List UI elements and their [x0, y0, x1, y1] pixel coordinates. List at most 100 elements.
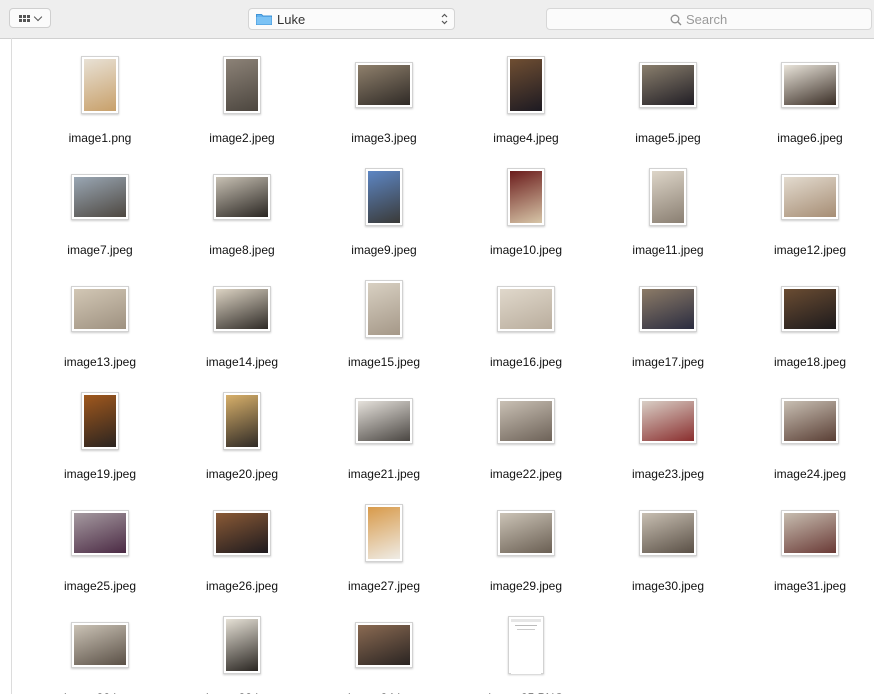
file-name-label: image25.jpeg	[63, 579, 137, 593]
thumbnail-slot	[608, 163, 728, 231]
file-name-label: image7.jpeg	[67, 243, 133, 257]
file-thumbnail[interactable]	[213, 286, 271, 332]
thumbnail-slot	[750, 275, 870, 343]
thumbnail-slot	[324, 387, 444, 455]
thumbnail-slot	[608, 387, 728, 455]
photo-preview	[84, 395, 116, 447]
file-thumbnail[interactable]	[639, 62, 697, 108]
file-name-label: image12.jpeg	[773, 243, 847, 257]
thumbnail-slot	[324, 275, 444, 343]
file-name-label: image1.png	[68, 131, 132, 145]
file-thumbnail[interactable]	[213, 174, 271, 220]
thumbnail-slot	[750, 499, 870, 567]
thumbnail-slot	[182, 163, 302, 231]
file-thumbnail[interactable]	[213, 510, 271, 556]
photo-preview	[500, 289, 552, 329]
file-thumbnail[interactable]	[365, 280, 403, 338]
thumbnail-slot	[324, 611, 444, 679]
file-name-label: image18.jpeg	[773, 355, 847, 369]
photo-preview	[74, 513, 126, 553]
photo-preview	[74, 177, 126, 217]
photo-preview	[368, 507, 400, 559]
file-thumbnail[interactable]	[508, 616, 544, 674]
thumbnail-slot	[750, 387, 870, 455]
photo-preview	[500, 401, 552, 441]
file-thumbnail[interactable]	[71, 286, 129, 332]
file-thumbnail[interactable]	[781, 62, 839, 108]
file-thumbnail[interactable]	[639, 510, 697, 556]
thumbnail-slot	[466, 51, 586, 119]
file-name-label: image2.jpeg	[209, 131, 275, 145]
file-thumbnail[interactable]	[71, 510, 129, 556]
photo-preview	[216, 289, 268, 329]
file-thumbnail[interactable]	[507, 168, 545, 226]
grid-icon	[19, 14, 30, 22]
file-name-label: image29.jpeg	[489, 579, 563, 593]
file-name-label: image4.jpeg	[493, 131, 559, 145]
file-thumbnail[interactable]	[781, 286, 839, 332]
path-label: Luke	[277, 12, 306, 27]
thumbnail-slot	[324, 51, 444, 119]
thumbnail-slot	[750, 51, 870, 119]
file-thumbnail[interactable]	[355, 622, 413, 668]
magnifier-icon	[670, 14, 682, 25]
file-thumbnail[interactable]	[365, 504, 403, 562]
file-thumbnail[interactable]	[497, 398, 555, 444]
file-thumbnail[interactable]	[497, 286, 555, 332]
view-options-button[interactable]	[9, 8, 51, 28]
thumbnail-slot	[182, 275, 302, 343]
file-thumbnail[interactable]	[649, 168, 687, 226]
thumbnail-slot	[608, 499, 728, 567]
up-down-chevron-icon	[441, 13, 448, 25]
photo-preview	[226, 619, 258, 671]
photo-preview	[368, 283, 400, 335]
file-thumbnail[interactable]	[781, 398, 839, 444]
photo-preview	[510, 171, 542, 223]
file-name-label: image9.jpeg	[351, 243, 417, 257]
file-name-label: image6.jpeg	[777, 131, 843, 145]
file-thumbnail[interactable]	[781, 510, 839, 556]
thumbnail-slot	[40, 275, 160, 343]
file-thumbnail[interactable]	[81, 392, 119, 450]
path-popup-button[interactable]: Luke	[248, 8, 455, 30]
file-thumbnail[interactable]	[639, 398, 697, 444]
file-thumbnail[interactable]	[223, 392, 261, 450]
photo-preview	[226, 59, 258, 111]
file-name-label: image24.jpeg	[773, 467, 847, 481]
photo-preview	[652, 171, 684, 223]
file-icon-grid: image1.png image2.jpeg image3.jpeg image4.j…	[12, 39, 874, 694]
finder-toolbar: Luke Search	[0, 0, 874, 39]
file-thumbnail[interactable]	[497, 510, 555, 556]
photo-preview	[784, 289, 836, 329]
thumbnail-slot	[466, 163, 586, 231]
photo-preview	[784, 513, 836, 553]
file-name-label: image17.jpeg	[631, 355, 705, 369]
thumbnail-slot	[40, 163, 160, 231]
file-thumbnail[interactable]	[365, 168, 403, 226]
file-name-label: image22.jpeg	[489, 467, 563, 481]
file-thumbnail[interactable]	[223, 56, 261, 114]
file-thumbnail[interactable]	[507, 56, 545, 114]
photo-preview	[358, 65, 410, 105]
photo-preview	[642, 513, 694, 553]
thumbnail-slot	[466, 387, 586, 455]
file-thumbnail[interactable]	[223, 616, 261, 674]
file-thumbnail[interactable]	[71, 174, 129, 220]
thumbnail-slot	[40, 499, 160, 567]
file-thumbnail[interactable]	[355, 62, 413, 108]
file-thumbnail[interactable]	[639, 286, 697, 332]
file-thumbnail[interactable]	[355, 398, 413, 444]
file-name-label: image3.jpeg	[351, 131, 417, 145]
file-thumbnail[interactable]	[81, 56, 119, 114]
file-thumbnail[interactable]	[71, 622, 129, 668]
file-thumbnail[interactable]	[781, 174, 839, 220]
photo-preview	[642, 65, 694, 105]
photo-preview	[226, 395, 258, 447]
photo-preview	[84, 59, 116, 111]
thumbnail-slot	[40, 387, 160, 455]
photo-preview	[358, 625, 410, 665]
photo-preview	[510, 59, 542, 111]
photo-preview	[784, 401, 836, 441]
search-field[interactable]: Search	[546, 8, 872, 30]
file-name-label: image26.jpeg	[205, 579, 279, 593]
